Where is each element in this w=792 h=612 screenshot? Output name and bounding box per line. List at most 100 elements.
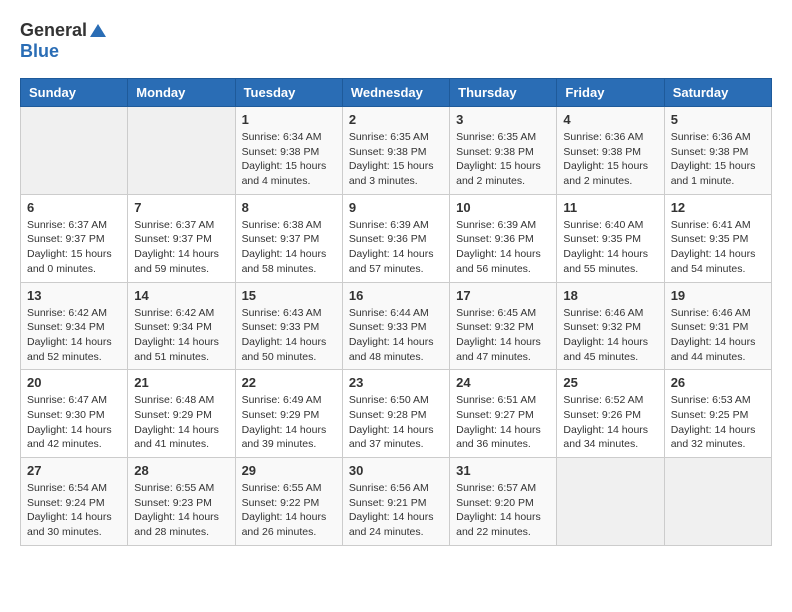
day-number: 15: [242, 288, 336, 303]
calendar-week-row: 1 Sunrise: 6:34 AMSunset: 9:38 PMDaylight…: [21, 107, 772, 195]
day-info: Sunrise: 6:44 AMSunset: 9:33 PMDaylight:…: [349, 306, 443, 365]
day-number: 24: [456, 375, 550, 390]
day-number: 28: [134, 463, 228, 478]
day-info: Sunrise: 6:49 AMSunset: 9:29 PMDaylight:…: [242, 393, 336, 452]
day-info: Sunrise: 6:37 AMSunset: 9:37 PMDaylight:…: [134, 218, 228, 277]
calendar-cell: 25 Sunrise: 6:52 AMSunset: 9:26 PMDayligh…: [557, 370, 664, 458]
calendar-cell: 15 Sunrise: 6:43 AMSunset: 9:33 PMDayligh…: [235, 282, 342, 370]
calendar-cell: [21, 107, 128, 195]
day-number: 12: [671, 200, 765, 215]
day-info: Sunrise: 6:52 AMSunset: 9:26 PMDaylight:…: [563, 393, 657, 452]
day-info: Sunrise: 6:42 AMSunset: 9:34 PMDaylight:…: [134, 306, 228, 365]
day-info: Sunrise: 6:35 AMSunset: 9:38 PMDaylight:…: [456, 130, 550, 189]
page-header: General Blue: [20, 20, 772, 62]
day-number: 21: [134, 375, 228, 390]
day-number: 30: [349, 463, 443, 478]
day-info: Sunrise: 6:53 AMSunset: 9:25 PMDaylight:…: [671, 393, 765, 452]
day-info: Sunrise: 6:42 AMSunset: 9:34 PMDaylight:…: [27, 306, 121, 365]
day-info: Sunrise: 6:50 AMSunset: 9:28 PMDaylight:…: [349, 393, 443, 452]
calendar-cell: 31Sunrise: 6:57 AMSunset: 9:20 PMDayligh…: [450, 458, 557, 546]
calendar-cell: 13 Sunrise: 6:42 AMSunset: 9:34 PMDayligh…: [21, 282, 128, 370]
calendar-cell: 3Sunrise: 6:35 AMSunset: 9:38 PMDaylight…: [450, 107, 557, 195]
logo-blue: Blue: [20, 41, 59, 61]
day-number: 19: [671, 288, 765, 303]
calendar-cell: 11Sunrise: 6:40 AMSunset: 9:35 PMDayligh…: [557, 194, 664, 282]
logo: General Blue: [20, 20, 109, 62]
day-info: Sunrise: 6:39 AMSunset: 9:36 PMDaylight:…: [349, 218, 443, 277]
calendar-week-row: 27 Sunrise: 6:54 AMSunset: 9:24 PMDayligh…: [21, 458, 772, 546]
day-info: Sunrise: 6:43 AMSunset: 9:33 PMDaylight:…: [242, 306, 336, 365]
calendar-cell: 14 Sunrise: 6:42 AMSunset: 9:34 PMDayligh…: [128, 282, 235, 370]
day-number: 16: [349, 288, 443, 303]
day-info: Sunrise: 6:39 AMSunset: 9:36 PMDaylight:…: [456, 218, 550, 277]
day-number: 20: [27, 375, 121, 390]
weekday-header-row: SundayMondayTuesdayWednesdayThursdayFrid…: [21, 79, 772, 107]
calendar-cell: [128, 107, 235, 195]
calendar-cell: 9 Sunrise: 6:39 AMSunset: 9:36 PMDaylight…: [342, 194, 449, 282]
calendar-cell: 12 Sunrise: 6:41 AMSunset: 9:35 PMDayligh…: [664, 194, 771, 282]
day-number: 17: [456, 288, 550, 303]
day-info: Sunrise: 6:55 AMSunset: 9:22 PMDaylight:…: [242, 481, 336, 540]
day-number: 22: [242, 375, 336, 390]
day-number: 6: [27, 200, 121, 215]
day-info: Sunrise: 6:56 AMSunset: 9:21 PMDaylight:…: [349, 481, 443, 540]
day-info: Sunrise: 6:34 AMSunset: 9:38 PMDaylight:…: [242, 130, 336, 189]
calendar-cell: 2Sunrise: 6:35 AMSunset: 9:38 PMDaylight…: [342, 107, 449, 195]
day-info: Sunrise: 6:48 AMSunset: 9:29 PMDaylight:…: [134, 393, 228, 452]
day-number: 27: [27, 463, 121, 478]
calendar-cell: [557, 458, 664, 546]
day-info: Sunrise: 6:37 AMSunset: 9:37 PMDaylight:…: [27, 218, 121, 277]
day-number: 5: [671, 112, 765, 127]
weekday-header: Thursday: [450, 79, 557, 107]
calendar-cell: 29Sunrise: 6:55 AMSunset: 9:22 PMDayligh…: [235, 458, 342, 546]
day-info: Sunrise: 6:35 AMSunset: 9:38 PMDaylight:…: [349, 130, 443, 189]
calendar-cell: 26 Sunrise: 6:53 AMSunset: 9:25 PMDayligh…: [664, 370, 771, 458]
day-number: 4: [563, 112, 657, 127]
day-info: Sunrise: 6:38 AMSunset: 9:37 PMDaylight:…: [242, 218, 336, 277]
day-info: Sunrise: 6:41 AMSunset: 9:35 PMDaylight:…: [671, 218, 765, 277]
calendar-cell: 17 Sunrise: 6:45 AMSunset: 9:32 PMDayligh…: [450, 282, 557, 370]
calendar-cell: 23 Sunrise: 6:50 AMSunset: 9:28 PMDayligh…: [342, 370, 449, 458]
day-number: 18: [563, 288, 657, 303]
calendar-cell: 16 Sunrise: 6:44 AMSunset: 9:33 PMDayligh…: [342, 282, 449, 370]
day-number: 10: [456, 200, 550, 215]
day-info: Sunrise: 6:47 AMSunset: 9:30 PMDaylight:…: [27, 393, 121, 452]
logo-general: General: [20, 20, 87, 40]
day-number: 7: [134, 200, 228, 215]
day-info: Sunrise: 6:45 AMSunset: 9:32 PMDaylight:…: [456, 306, 550, 365]
weekday-header: Friday: [557, 79, 664, 107]
day-number: 26: [671, 375, 765, 390]
day-info: Sunrise: 6:36 AMSunset: 9:38 PMDaylight:…: [671, 130, 765, 189]
day-number: 9: [349, 200, 443, 215]
day-number: 23: [349, 375, 443, 390]
calendar-cell: 20 Sunrise: 6:47 AMSunset: 9:30 PMDayligh…: [21, 370, 128, 458]
calendar-cell: [664, 458, 771, 546]
calendar-cell: 6 Sunrise: 6:37 AMSunset: 9:37 PMDaylight…: [21, 194, 128, 282]
calendar-week-row: 20 Sunrise: 6:47 AMSunset: 9:30 PMDayligh…: [21, 370, 772, 458]
day-number: 14: [134, 288, 228, 303]
calendar-cell: 19Sunrise: 6:46 AMSunset: 9:31 PMDayligh…: [664, 282, 771, 370]
day-number: 1: [242, 112, 336, 127]
day-info: Sunrise: 6:36 AMSunset: 9:38 PMDaylight:…: [563, 130, 657, 189]
calendar-table: SundayMondayTuesdayWednesdayThursdayFrid…: [20, 78, 772, 546]
day-info: Sunrise: 6:57 AMSunset: 9:20 PMDaylight:…: [456, 481, 550, 540]
weekday-header: Wednesday: [342, 79, 449, 107]
calendar-cell: 10 Sunrise: 6:39 AMSunset: 9:36 PMDayligh…: [450, 194, 557, 282]
logo-text: General Blue: [20, 20, 109, 62]
calendar-cell: 30 Sunrise: 6:56 AMSunset: 9:21 PMDayligh…: [342, 458, 449, 546]
calendar-week-row: 13 Sunrise: 6:42 AMSunset: 9:34 PMDayligh…: [21, 282, 772, 370]
calendar-cell: 27 Sunrise: 6:54 AMSunset: 9:24 PMDayligh…: [21, 458, 128, 546]
logo-icon: [89, 23, 107, 41]
calendar-cell: 18Sunrise: 6:46 AMSunset: 9:32 PMDayligh…: [557, 282, 664, 370]
calendar-cell: 8Sunrise: 6:38 AMSunset: 9:37 PMDaylight…: [235, 194, 342, 282]
weekday-header: Saturday: [664, 79, 771, 107]
calendar-cell: 24 Sunrise: 6:51 AMSunset: 9:27 PMDayligh…: [450, 370, 557, 458]
day-info: Sunrise: 6:51 AMSunset: 9:27 PMDaylight:…: [456, 393, 550, 452]
day-number: 25: [563, 375, 657, 390]
calendar-cell: 7 Sunrise: 6:37 AMSunset: 9:37 PMDaylight…: [128, 194, 235, 282]
day-info: Sunrise: 6:54 AMSunset: 9:24 PMDaylight:…: [27, 481, 121, 540]
calendar-cell: 28Sunrise: 6:55 AMSunset: 9:23 PMDayligh…: [128, 458, 235, 546]
day-number: 11: [563, 200, 657, 215]
day-number: 13: [27, 288, 121, 303]
weekday-header: Sunday: [21, 79, 128, 107]
